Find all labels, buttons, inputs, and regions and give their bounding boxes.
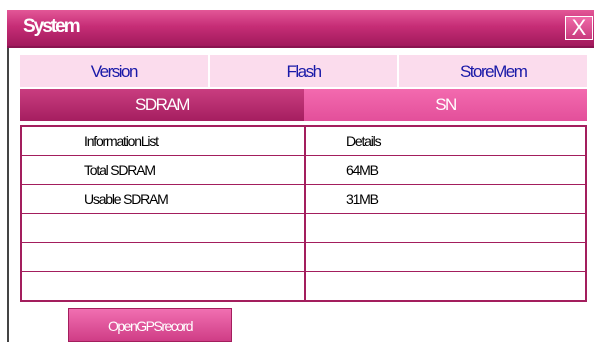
tab-sdram[interactable]: SDRAM bbox=[20, 89, 304, 121]
info-table: InformationList Details Total SDRAM 64MB… bbox=[20, 125, 587, 302]
tab-flash[interactable]: Flash bbox=[209, 55, 400, 87]
tab-row-bottom: SDRAM SN bbox=[20, 89, 587, 121]
system-window: System X Version Flash StoreMem SDRAM SN… bbox=[0, 0, 597, 342]
table-row: Usable SDRAM 31MB bbox=[22, 185, 585, 214]
table-cell-label: Total SDRAM bbox=[22, 156, 306, 184]
open-gps-record-button[interactable]: OpenGPSrecord bbox=[68, 308, 232, 342]
table-header-row: InformationList Details bbox=[22, 127, 585, 156]
table-cell-value: 31MB bbox=[346, 191, 379, 207]
table-cell-value bbox=[306, 214, 585, 242]
table-cell-value: 64MB bbox=[346, 162, 379, 178]
table-cell-label: Usable SDRAM bbox=[22, 185, 306, 213]
tab-version[interactable]: Version bbox=[20, 55, 210, 87]
table-row bbox=[22, 272, 585, 300]
table-cell-value bbox=[306, 272, 585, 300]
close-icon: X bbox=[571, 15, 587, 40]
table-cell-label bbox=[22, 243, 306, 271]
table-cell-label bbox=[22, 272, 306, 300]
header-information-list: InformationList bbox=[22, 127, 306, 155]
table-cell-value bbox=[306, 243, 585, 271]
table-row bbox=[22, 243, 585, 272]
table-cell-label bbox=[22, 214, 306, 242]
table-row bbox=[22, 214, 585, 243]
header-details: Details bbox=[346, 133, 382, 149]
tab-sn[interactable]: SN bbox=[304, 89, 587, 121]
close-button[interactable]: X bbox=[565, 16, 593, 40]
window-left-border bbox=[7, 48, 9, 342]
tab-row-top: Version Flash StoreMem bbox=[20, 55, 588, 87]
tab-storemem[interactable]: StoreMem bbox=[399, 55, 588, 87]
window-title: System bbox=[23, 16, 81, 37]
title-bar: System X bbox=[7, 10, 594, 48]
table-row: Total SDRAM 64MB bbox=[22, 156, 585, 185]
